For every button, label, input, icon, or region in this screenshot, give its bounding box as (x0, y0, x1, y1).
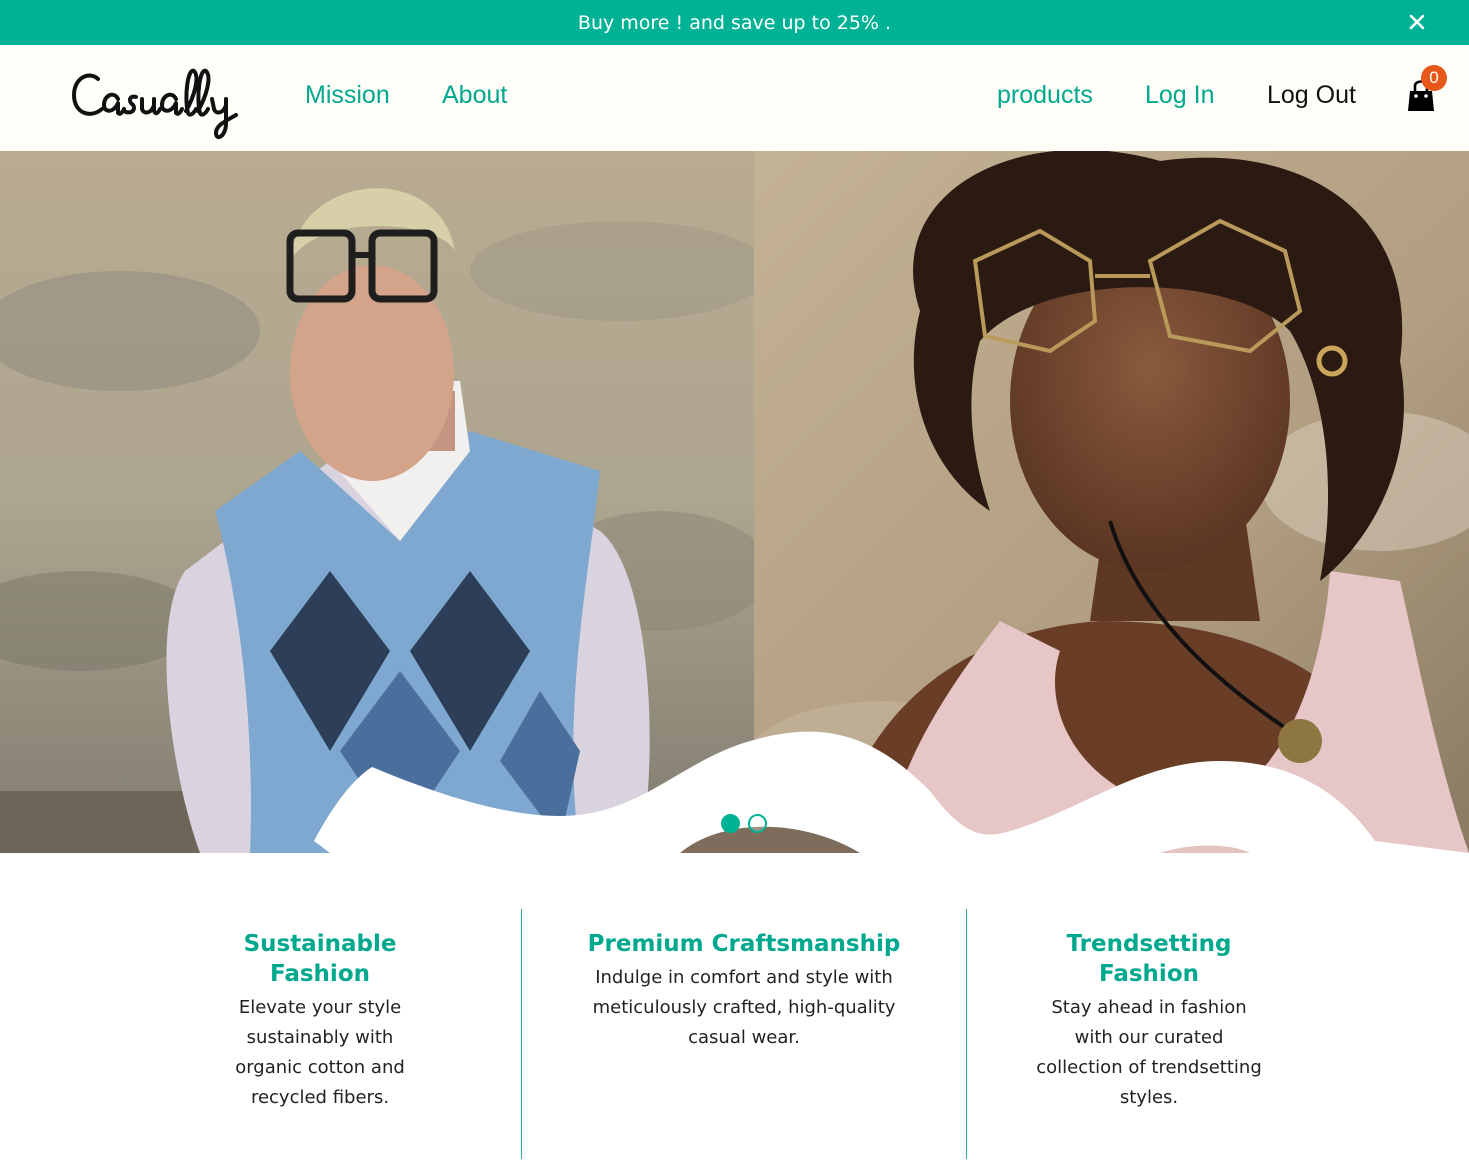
nav-log-out[interactable]: Log Out (1267, 81, 1356, 110)
features-section: Sustainable Fashion Elevate your style s… (0, 853, 1469, 1175)
site-header: Mission About products Log In Log Out 0 (0, 45, 1469, 151)
cart-count-badge: 0 (1421, 65, 1447, 91)
nav-products[interactable]: products (997, 81, 1093, 110)
hero-photo-left (0, 151, 770, 853)
carousel-dot-1[interactable] (721, 814, 740, 833)
close-icon[interactable] (1405, 10, 1429, 34)
feature-text: Indulge in comfort and style with meticu… (592, 967, 896, 1048)
feature-card-sustainable: Sustainable Fashion Elevate your style s… (222, 929, 418, 1113)
feature-title: Sustainable Fashion (243, 931, 397, 987)
feature-title: Trendsetting Fashion (1066, 931, 1232, 987)
carousel-dot-2[interactable] (748, 814, 767, 833)
feature-card-trendsetting: Trendsetting Fashion Stay ahead in fashi… (1030, 929, 1268, 1113)
divider (521, 909, 522, 1159)
feature-title: Premium Craftsmanship (587, 931, 901, 957)
feature-card-craftsmanship: Premium Craftsmanship Indulge in comfort… (584, 929, 904, 1053)
promo-text: Buy more ! and save up to 25% . (577, 11, 892, 34)
nav-about[interactable]: About (442, 81, 507, 110)
hero-carousel[interactable] (0, 151, 1469, 853)
feature-text: Stay ahead in fashion with our curated c… (1036, 997, 1262, 1108)
promo-banner: Buy more ! and save up to 25% . (0, 0, 1469, 45)
logo[interactable] (70, 57, 250, 147)
divider (966, 909, 967, 1159)
feature-text: Elevate your style sustainably with orga… (235, 997, 405, 1108)
nav-mission[interactable]: Mission (305, 81, 390, 110)
nav-log-in[interactable]: Log In (1145, 81, 1215, 110)
